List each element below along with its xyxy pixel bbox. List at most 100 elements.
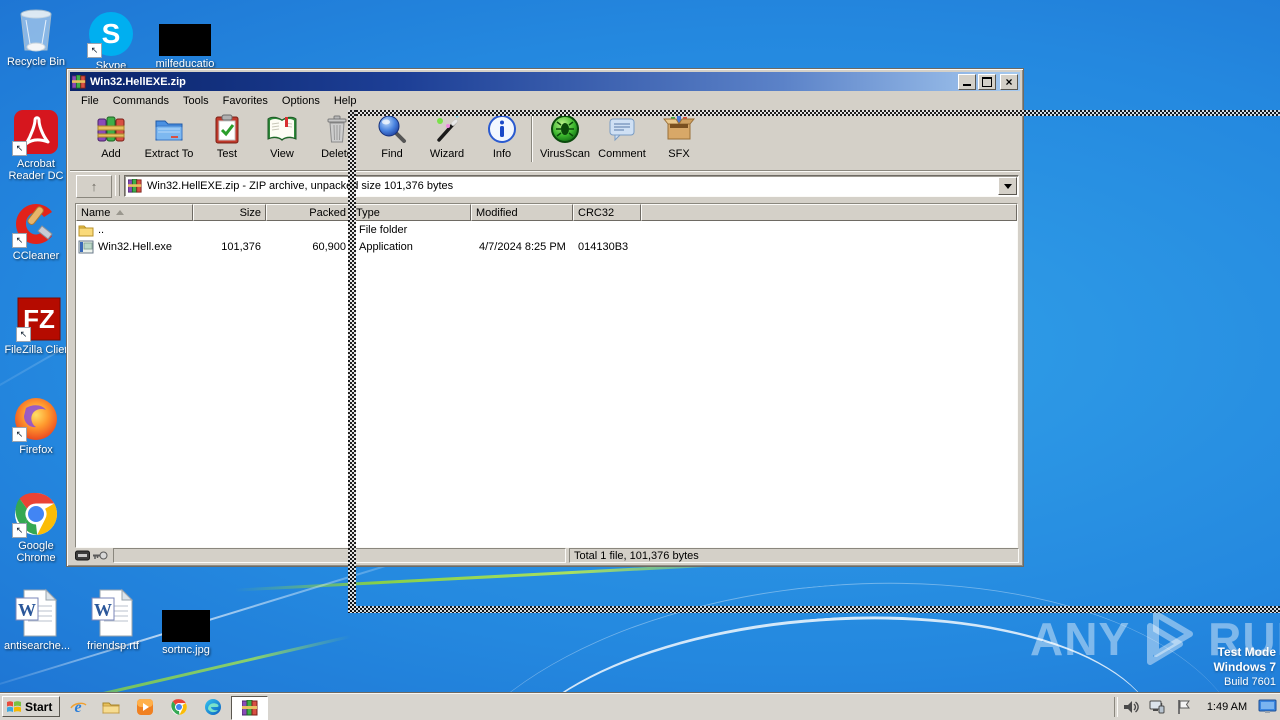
menu-help[interactable]: Help — [327, 93, 364, 109]
test-button[interactable]: Test — [199, 113, 255, 167]
drag-marquee-left — [348, 110, 356, 613]
svg-text:W: W — [18, 600, 36, 620]
start-label: Start — [25, 699, 53, 714]
file-list: Name Size Packed Type Modified CRC32 .. … — [75, 203, 1018, 548]
window-title: Win32.HellEXE.zip — [90, 75, 186, 88]
add-button[interactable]: Add — [83, 113, 139, 167]
menu-file[interactable]: File — [74, 93, 106, 109]
table-row-file[interactable]: Win32.Hell.exe 101,376 60,900 Applicatio… — [76, 238, 1017, 255]
desktop-icon-firefox[interactable]: ↖ Firefox — [4, 394, 68, 456]
winrar-mini-icon — [241, 700, 257, 716]
list-header: Name Size Packed Type Modified CRC32 — [76, 204, 1017, 221]
menu-options[interactable]: Options — [275, 93, 327, 109]
sfx-box-icon — [663, 116, 695, 140]
test-mode-badge: Test Mode Windows 7 Build 7601 — [1213, 645, 1276, 689]
chrome-taskbar-icon[interactable] — [170, 698, 188, 716]
address-dropdown-button[interactable] — [998, 177, 1017, 195]
toolbar-label: View — [270, 148, 294, 160]
edge-icon[interactable] — [204, 698, 222, 716]
table-row-parent-dir[interactable]: .. File folder — [76, 221, 1017, 238]
desktop-icon-friendsp-doc[interactable]: W friendsp.rtf — [78, 588, 148, 652]
cell-crc32: 014130B3 — [578, 240, 629, 253]
virus-scan-icon — [551, 115, 579, 143]
wizard-button[interactable]: Wizard — [419, 113, 475, 167]
desktop-icon-redacted-bottom[interactable]: sortnc.jpg — [150, 610, 222, 656]
windows-explorer-icon[interactable] — [102, 698, 120, 716]
desktop-icon-redacted-top[interactable]: milfeducatio — [147, 24, 223, 70]
address-row: ↑ Win32.HellEXE.zip - ZIP archive, unpac… — [70, 173, 1020, 199]
desktop-icon-recycle-bin[interactable]: Recycle Bin — [4, 6, 68, 68]
delete-button[interactable]: Delete — [309, 113, 365, 167]
desktop-icon-acrobat[interactable]: ↖ Acrobat Reader DC — [4, 108, 68, 182]
icon-label: friendsp.rtf — [87, 640, 139, 652]
maximize-button[interactable] — [978, 73, 996, 90]
address-combobox[interactable]: Win32.HellEXE.zip - ZIP archive, unpacke… — [124, 175, 1019, 197]
redacted-thumbnail — [159, 24, 211, 56]
sfx-button[interactable]: SFX — [651, 113, 707, 167]
find-button[interactable]: Find — [364, 113, 420, 167]
svg-text:e: e — [74, 699, 81, 716]
menu-favorites[interactable]: Favorites — [216, 93, 275, 109]
extract-to-button[interactable]: Extract To — [141, 113, 197, 167]
cell-modified: 4/7/2024 8:25 PM — [479, 240, 566, 253]
status-bar: Total 1 file, 101,376 bytes — [70, 547, 1020, 564]
up-one-level-button[interactable]: ↑ — [76, 175, 112, 198]
action-center-flag-icon[interactable] — [1175, 698, 1193, 716]
virusscan-button[interactable]: VirusScan — [537, 113, 593, 167]
windows-logo-icon — [7, 700, 21, 712]
close-button[interactable]: × — [1000, 73, 1018, 90]
menu-tools[interactable]: Tools — [176, 93, 216, 109]
info-button[interactable]: Info — [474, 113, 530, 167]
column-header-name[interactable]: Name — [76, 204, 193, 221]
shortcut-arrow-icon: ↖ — [87, 43, 102, 58]
toolbar-label: Find — [381, 148, 403, 160]
column-header-type[interactable]: Type — [351, 204, 471, 221]
status-panel-left — [113, 548, 566, 563]
icon-label: FileZilla Client — [4, 344, 74, 356]
desktop-icon-filezilla[interactable]: FZ ↖ FileZilla Client — [4, 296, 74, 356]
taskbar-winrar-button[interactable] — [231, 696, 268, 720]
taskbar-clock[interactable]: 1:49 AM — [1202, 694, 1252, 720]
column-header-packed[interactable]: Packed — [266, 204, 351, 221]
desktop-icon-antisearch-doc[interactable]: W antisearche... — [2, 588, 72, 652]
tray-divider — [1114, 697, 1118, 717]
comment-button[interactable]: Comment — [594, 113, 650, 167]
toolbar-label: Add — [101, 148, 121, 160]
maximize-icon — [982, 76, 992, 87]
toolbar-label: SFX — [668, 148, 690, 160]
column-label: Type — [356, 206, 380, 219]
find-magnifier-icon — [378, 115, 406, 143]
internet-explorer-icon[interactable]: e — [69, 698, 87, 716]
minimize-button[interactable] — [958, 73, 976, 90]
column-header-crc32[interactable]: CRC32 — [573, 204, 641, 221]
cell-packed: 60,900 — [312, 240, 346, 253]
column-label: CRC32 — [578, 206, 615, 219]
view-button[interactable]: View — [254, 113, 310, 167]
close-icon: × — [1005, 74, 1013, 89]
cell-size: 101,376 — [221, 240, 261, 253]
key-status-icon — [93, 551, 108, 560]
cell-type: Application — [359, 240, 413, 253]
desktop-icon-skype[interactable]: S ↖ Skype — [82, 10, 140, 72]
status-total-text: Total 1 file, 101,376 bytes — [574, 549, 699, 562]
winrar-mini-icon — [128, 179, 142, 193]
desktop-icon-ccleaner[interactable]: ↖ CCleaner — [4, 200, 68, 262]
toolbar-label: Test — [216, 148, 238, 160]
start-button[interactable]: Start — [2, 696, 60, 717]
menu-commands[interactable]: Commands — [106, 93, 176, 109]
title-bar[interactable]: Win32.HellEXE.zip × — [70, 72, 1020, 91]
icon-label: sortnc.jpg — [162, 644, 210, 656]
volume-icon[interactable] — [1122, 698, 1140, 716]
network-icon[interactable] — [1148, 698, 1166, 716]
icon-label: CCleaner — [12, 250, 60, 262]
icon-label: Acrobat Reader DC — [8, 158, 64, 182]
folder-icon — [78, 225, 94, 236]
show-desktop-icon[interactable] — [1258, 699, 1277, 714]
media-player-icon[interactable] — [136, 698, 154, 716]
column-header-modified[interactable]: Modified — [471, 204, 573, 221]
recycle-bin-icon — [20, 9, 52, 52]
column-header-size[interactable]: Size — [193, 204, 266, 221]
cell-name: Win32.Hell.exe — [98, 240, 172, 253]
desktop-icon-chrome[interactable]: ↖ Google Chrome — [4, 490, 68, 564]
column-label: Name — [81, 206, 111, 219]
